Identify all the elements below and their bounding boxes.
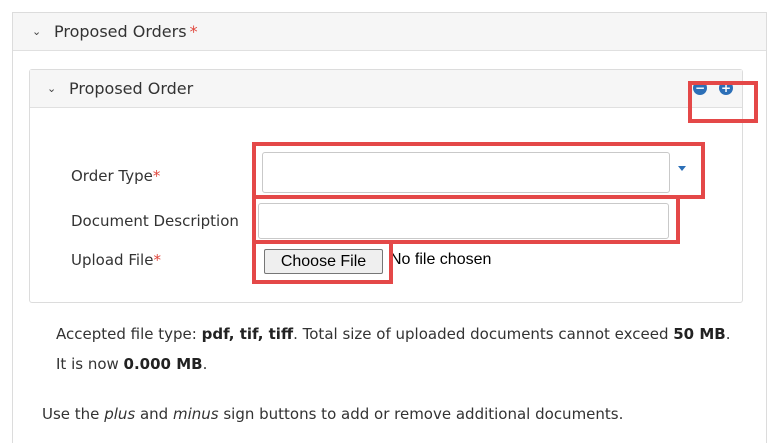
- proposed-order-title: Proposed Order: [69, 79, 194, 98]
- info-text: and: [135, 405, 173, 423]
- instructions-text: Use the plus and minus sign buttons to a…: [42, 405, 623, 423]
- plus-word: plus: [104, 405, 136, 423]
- file-types-value: pdf, tif, tiff: [201, 325, 294, 343]
- remove-document-button[interactable]: −: [693, 81, 707, 95]
- choose-file-button[interactable]: Choose File: [264, 249, 383, 274]
- order-type-label: Order Type*: [71, 167, 160, 185]
- required-marker: *: [152, 167, 161, 185]
- info-text: .: [725, 325, 731, 343]
- current-size-value: 0.000 MB: [123, 355, 203, 373]
- order-type-label-text: Order Type: [71, 167, 153, 185]
- proposed-orders-title-text: Proposed Orders: [54, 22, 187, 41]
- required-marker: *: [189, 22, 198, 41]
- chevron-down-icon[interactable]: ⌄: [47, 82, 61, 95]
- minus-word: minus: [172, 405, 219, 423]
- info-text: . Total size of uploaded documents canno…: [293, 325, 674, 343]
- required-marker: *: [153, 251, 161, 269]
- info-text: Accepted file type:: [56, 325, 202, 343]
- chevron-down-icon[interactable]: ⌄: [32, 25, 46, 38]
- proposed-orders-header[interactable]: ⌄ Proposed Orders *: [13, 13, 766, 51]
- info-text: It is now: [56, 355, 124, 373]
- upload-file-label: Upload File*: [71, 251, 161, 269]
- add-document-button[interactable]: +: [719, 81, 733, 95]
- chevron-down-icon[interactable]: [678, 166, 686, 171]
- upload-file-label-text: Upload File: [71, 251, 154, 269]
- proposed-order-header[interactable]: ⌄ Proposed Order − +: [30, 70, 742, 108]
- info-text: sign buttons to add or remove additional…: [218, 405, 624, 423]
- info-text: Use the: [42, 405, 105, 423]
- proposed-orders-title: Proposed Orders *: [54, 22, 198, 41]
- no-file-status: No file chosen: [390, 251, 492, 268]
- info-text: .: [202, 355, 208, 373]
- document-description-input[interactable]: [258, 203, 669, 239]
- accepted-file-types-text: Accepted file type: pdf, tif, tiff. Tota…: [56, 325, 731, 343]
- current-size-text: It is now 0.000 MB.: [56, 355, 207, 373]
- max-size-value: 50 MB: [673, 325, 726, 343]
- document-description-label: Document Description: [71, 212, 239, 230]
- order-type-select[interactable]: [262, 152, 670, 193]
